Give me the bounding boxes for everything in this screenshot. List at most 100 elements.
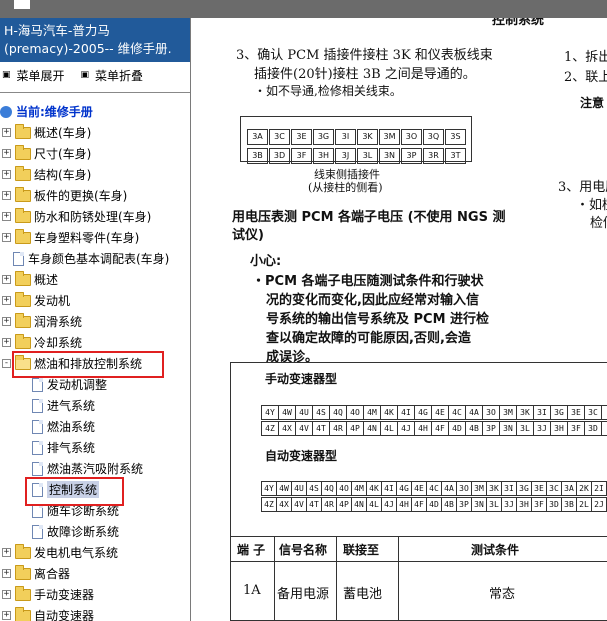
collapse-all-link[interactable]: 菜单折叠 [95, 67, 143, 84]
step3-line2: 插接件(20针)接柱 3B 之间是导通的。 [254, 67, 476, 82]
tree-item-label: 车身颜色基本调配表(车身) [28, 252, 170, 266]
pcm-terminal-panel: 手动变速器型 4Y 4W 4U 4S 4Q 4O 4M 4K 4I 4G 4E 4C 4A 3O 3M 3K 3… [230, 362, 607, 621]
connector-pin: 3B [247, 148, 268, 164]
terminal-pin: 3L [487, 498, 502, 511]
collapse-icon: ▣ [80, 70, 90, 80]
connector-pin: 3O [401, 129, 422, 145]
expand-toggle-icon[interactable]: + [2, 149, 11, 158]
tree-item-label: 防水和防锈处理(车身) [34, 210, 152, 224]
caution-title: 小心: [250, 254, 282, 269]
terminal-pin: 4J [382, 498, 397, 511]
connector-pin: 3P [401, 148, 422, 164]
tree-item-label: 故障诊断系统 [47, 525, 120, 539]
tree-item[interactable]: + 尺寸(车身) [0, 143, 190, 164]
expand-toggle-icon[interactable]: + [2, 611, 11, 620]
terminal-pin: 4N [352, 498, 367, 511]
expand-toggle-icon[interactable]: + [2, 569, 11, 578]
tree-item[interactable]: 故障诊断系统 [0, 521, 190, 542]
tree-item[interactable]: 车身颜色基本调配表(车身) [0, 248, 190, 269]
terminal-pin: 3K [487, 482, 502, 495]
expand-toggle-icon[interactable]: + [2, 296, 11, 305]
expand-toggle-icon[interactable]: + [2, 590, 11, 599]
doc-header-partial: 控制系统 [492, 18, 545, 28]
tree-item[interactable]: 燃油系统 [0, 416, 190, 437]
terminal-pin: 4B [442, 498, 457, 511]
expand-toggle-icon[interactable]: + [2, 275, 11, 284]
terminal-pin: 4U [296, 406, 313, 419]
expand-all-link[interactable]: 菜单展开 [17, 67, 65, 84]
tree-item[interactable]: 燃油蒸汽吸附系统 [0, 458, 190, 479]
connector-pin: 3E [291, 129, 312, 145]
tree-item-label: 手动变速器 [34, 588, 95, 602]
tree-item[interactable]: 进气系统 [0, 395, 190, 416]
connector-caption2: (从接柱的侧看) [308, 181, 383, 194]
tree-item[interactable]: + 自动变速器 [0, 605, 190, 621]
terminal-pin: 4Z [262, 422, 279, 435]
tree-root[interactable]: 当前:维修手册 [0, 101, 190, 122]
terminal-pin: 4C [427, 482, 442, 495]
expand-toggle-icon[interactable]: + [2, 548, 11, 557]
tree-item[interactable]: + 概述(车身) [0, 122, 190, 143]
table-col-rule-1 [274, 536, 275, 621]
document-viewer: 控制系统 3、确认 PCM 插接件接柱 3K 和仪表板线束 插接件(20针)接柱… [192, 18, 607, 621]
tree-item[interactable]: + 概述 [0, 269, 190, 290]
terminal-pin: 4M [364, 406, 381, 419]
terminal-pin: 4I [382, 482, 397, 495]
tree-item[interactable]: + 结构(车身) [0, 164, 190, 185]
folder-icon [15, 123, 31, 139]
terminal-pin: 3A [562, 482, 577, 495]
connector-pin: 3N [379, 148, 400, 164]
top-strip-notch [14, 0, 30, 9]
highlight-control-system [25, 477, 124, 506]
tree-item[interactable]: + 发动机 [0, 290, 190, 311]
collapse-toggle-icon[interactable]: - [2, 359, 11, 368]
expand-toggle-icon[interactable]: + [2, 317, 11, 326]
caution-line: 号系统的输出信号系统及 PCM 进行检 [266, 312, 490, 327]
folder-icon [15, 291, 31, 307]
terminal-pin: 4F [412, 498, 427, 511]
expand-toggle-icon[interactable]: + [2, 128, 11, 137]
menu-controls: ▣ 菜单展开 ▣ 菜单折叠 [0, 62, 190, 88]
tree-item[interactable]: + 手动变速器 [0, 584, 190, 605]
tree-item[interactable]: + 防水和防锈处理(车身) [0, 206, 190, 227]
section-title-line2: 试仪) [232, 228, 264, 243]
page-icon [32, 419, 43, 434]
terminal-pin: 3I [534, 406, 551, 419]
sidebar: H-海马汽车-普力马 (premacy)-2005-- 维修手册. ▣ 菜单展开… [0, 18, 191, 621]
terminal-pin: 3M [500, 406, 517, 419]
tree-item[interactable]: + 板件的更换(车身) [0, 185, 190, 206]
td-connect: 蓄电池 [343, 587, 383, 602]
terminal-pin: 4P [337, 498, 352, 511]
tree-item[interactable]: + 冷却系统 [0, 332, 190, 353]
connector-diagram: 3A 3C 3E 3G 3I 3K 3M 3O 3Q 3S 3B 3D 3F 3H 3J 3L 3N 3P 3R 3T [240, 116, 472, 164]
tree-item-label: 概述 [34, 273, 59, 287]
tree-item[interactable]: 排气系统 [0, 437, 190, 458]
auto-trans-label: 自动变速器型 [265, 449, 338, 463]
tree-item[interactable]: + 离合器 [0, 563, 190, 584]
expand-toggle-icon[interactable]: + [2, 338, 11, 347]
terminal-pin: 2I [592, 482, 607, 495]
folder-icon [15, 585, 31, 601]
caution-line: ・PCM 各端子电压随测试条件和行驶状 [252, 274, 484, 289]
expand-toggle-icon[interactable]: + [2, 212, 11, 221]
th-terminal: 端 子 [237, 543, 266, 557]
expand-toggle-icon[interactable]: + [2, 170, 11, 179]
folder-icon [15, 165, 31, 181]
expand-toggle-icon[interactable]: + [2, 233, 11, 242]
expand-toggle-icon[interactable]: + [2, 191, 11, 200]
terminal-pin: 4E [412, 482, 427, 495]
tree-item[interactable]: + 发电机电气系统 [0, 542, 190, 563]
tree-item-label: 结构(车身) [34, 168, 92, 182]
manual-trans-label: 手动变速器型 [265, 372, 338, 386]
folder-icon [15, 228, 31, 244]
terminal-pin: 3D [547, 498, 562, 511]
tree-item-label: 润滑系统 [34, 315, 83, 329]
terminal-pin: 4N [364, 422, 381, 435]
tree-item[interactable]: + 润滑系统 [0, 311, 190, 332]
terminal-pin: 3G [551, 406, 568, 419]
tree-item-label: 进气系统 [47, 399, 96, 413]
terminal-pin: 3C [547, 482, 562, 495]
terminal-strip-row: 4Y 4W 4U 4S 4Q 4O 4M 4K 4I 4G 4E 4C 4A 3O 3M 3K 3I 3G 3E 3C… [261, 481, 607, 496]
terminal-pin: 4L [367, 498, 382, 511]
tree-item[interactable]: + 车身塑料零件(车身) [0, 227, 190, 248]
